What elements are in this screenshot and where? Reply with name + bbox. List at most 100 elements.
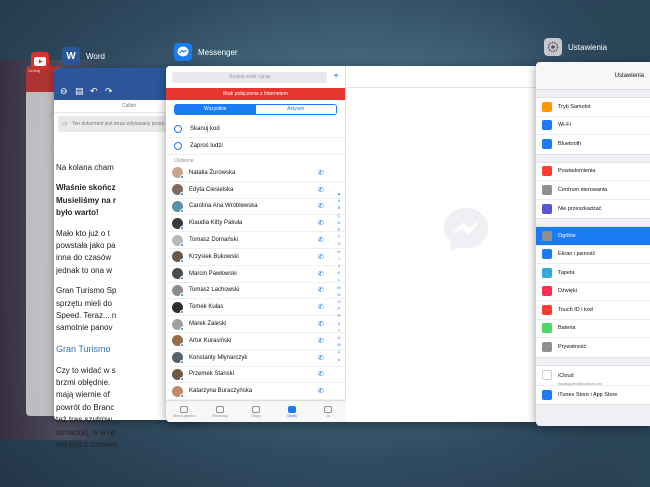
search-input[interactable]: Szukaj osób i grup xyxy=(172,71,328,83)
settings-row[interactable]: Ogólne xyxy=(536,227,650,246)
offline-banner: Brak połączenia z Internetem xyxy=(166,88,345,100)
alphabet-letter[interactable]: G xyxy=(336,240,342,247)
phone-icon[interactable]: ✆ xyxy=(318,169,327,177)
phone-icon[interactable]: ✆ xyxy=(318,320,327,328)
alphabet-letter[interactable]: K xyxy=(336,269,342,276)
phone-icon[interactable]: ✆ xyxy=(318,202,327,210)
contact-row[interactable]: Marek Zaleski ✆ xyxy=(166,316,345,333)
avatar xyxy=(172,318,184,331)
alphabet-letter[interactable]: D xyxy=(336,219,342,226)
phone-icon[interactable]: ✆ xyxy=(318,270,327,278)
redo-icon[interactable]: ↷ xyxy=(105,87,114,96)
alphabet-letter[interactable]: A xyxy=(336,197,342,204)
segment-active[interactable]: Aktywni xyxy=(255,105,336,114)
settings-row[interactable]: Touch ID i kod xyxy=(536,301,650,320)
contact-row[interactable]: Katarzyna Buraczyńska ✆ xyxy=(166,383,345,401)
contact-row[interactable]: Tomasz Domański ✆ xyxy=(166,232,345,249)
alphabet-letter[interactable]: M xyxy=(336,284,342,291)
alphabet-letter[interactable]: F xyxy=(336,233,342,240)
settings-row[interactable]: Wi-Fi xyxy=(536,117,650,135)
phone-icon[interactable]: ✆ xyxy=(318,337,327,345)
alphabet-letter[interactable]: ▲ xyxy=(336,190,342,197)
settings-row-icon xyxy=(542,249,552,260)
settings-row[interactable]: Dźwięki xyxy=(536,283,650,301)
contact-row[interactable]: Konstanty Młynarczyk ✆ xyxy=(166,350,345,367)
phone-icon[interactable]: ✆ xyxy=(318,236,327,244)
undo-icon[interactable]: ↶ xyxy=(90,87,99,96)
contact-row[interactable]: Tomek Kułas ✆ xyxy=(166,299,345,317)
back-icon[interactable]: ⊖ xyxy=(60,87,69,96)
alphabet-letter[interactable]: B xyxy=(336,204,342,211)
settings-row[interactable]: iCloud maciejgorecki@outlook.com xyxy=(536,366,650,386)
phone-icon[interactable]: ✆ xyxy=(318,219,327,227)
settings-row[interactable]: Ekran i jasność xyxy=(536,246,650,264)
word-app-header[interactable]: W Word xyxy=(62,47,105,65)
messenger-app-header[interactable]: Messenger xyxy=(174,43,238,61)
messenger-app-card[interactable]: Szukaj osób i grup + Brak połączenia z I… xyxy=(166,66,538,422)
alphabet-letter[interactable]: W xyxy=(336,341,342,348)
contact-row[interactable]: Krzysiek Bukowski ✆ xyxy=(166,249,345,266)
tab-ja[interactable]: Ja xyxy=(310,401,346,422)
phone-icon[interactable]: ✆ xyxy=(318,370,327,378)
invite-people-row[interactable]: Zaproś ludzi xyxy=(166,138,345,155)
alphabet-letter[interactable]: J xyxy=(336,262,342,269)
alphabet-letter[interactable]: Z xyxy=(336,348,342,355)
scan-code-row[interactable]: Skanuj kod xyxy=(166,121,345,138)
word-document-body[interactable]: Na kolana cham Właśnie skończ Musieliśmy n… xyxy=(56,162,148,459)
alphabet-index[interactable]: ▲ A B C D E F G H I J K L M N O P R S T U W Z # xyxy=(336,190,342,363)
settings-app-card[interactable]: Ustawienia Tryb Samolot Wi-Fi Bluetooth Pow… xyxy=(536,62,650,426)
settings-row[interactable]: iTunes Store i App Store xyxy=(536,386,650,405)
settings-row-icon xyxy=(542,286,552,297)
phone-icon[interactable]: ✆ xyxy=(318,303,327,311)
contact-row[interactable]: Carolina Ana Wróblewska ✆ xyxy=(166,199,345,216)
phone-icon[interactable]: ✆ xyxy=(318,354,327,362)
alphabet-letter[interactable]: T xyxy=(336,327,342,334)
settings-row[interactable]: Prywatność xyxy=(536,338,650,357)
messenger-badge-icon xyxy=(180,259,184,264)
settings-app-header[interactable]: Ustawienia xyxy=(544,38,607,56)
alphabet-letter[interactable]: E xyxy=(336,226,342,233)
contact-row[interactable]: Natalia Żurowska ✆ xyxy=(166,165,345,182)
tab-rozmowy[interactable]: Rozmowy xyxy=(202,401,238,422)
tab-osoby[interactable]: Osoby xyxy=(274,401,310,422)
word-line: powrót do Branc xyxy=(56,402,115,412)
alphabet-letter[interactable]: L xyxy=(336,276,342,283)
settings-row[interactable]: Powiadomienia xyxy=(536,163,650,181)
word-line: samotnie panov xyxy=(56,323,113,333)
alphabet-letter[interactable]: R xyxy=(336,312,342,319)
word-line: inna do czasów xyxy=(56,253,112,263)
alphabet-letter[interactable]: U xyxy=(336,334,342,341)
file-icon[interactable]: ▤ xyxy=(75,87,84,96)
contact-row[interactable]: Edyta Ciesielska ✆ xyxy=(166,182,345,199)
segment-all[interactable]: Wszystkie xyxy=(175,105,256,114)
alphabet-letter[interactable]: N xyxy=(336,291,342,298)
alphabet-letter[interactable]: S xyxy=(336,320,342,327)
alphabet-letter[interactable]: # xyxy=(336,356,342,363)
alphabet-letter[interactable]: I xyxy=(336,255,342,262)
phone-icon[interactable]: ✆ xyxy=(318,186,327,194)
contact-row[interactable]: Marcin Pawłowski ✆ xyxy=(166,266,345,283)
settings-row-label: Centrum sterowania xyxy=(558,186,608,193)
settings-row[interactable]: Centrum sterowania xyxy=(536,181,650,200)
contact-row[interactable]: Artur Kurasiński ✆ xyxy=(166,333,345,350)
phone-icon[interactable]: ✆ xyxy=(318,387,327,395)
messenger-badge-icon xyxy=(180,376,184,381)
settings-row[interactable]: Tryb Samolot xyxy=(536,98,650,117)
phone-icon[interactable]: ✆ xyxy=(318,253,327,261)
settings-row[interactable]: Tapeta xyxy=(536,264,650,283)
add-icon[interactable]: + xyxy=(333,72,339,82)
contact-row[interactable]: Klaudia Kitty Pakuła ✆ xyxy=(166,215,345,233)
alphabet-letter[interactable]: C xyxy=(336,212,342,219)
tab-grupy[interactable]: Grupy xyxy=(238,401,274,422)
settings-row[interactable]: Bluetooth xyxy=(536,135,650,154)
settings-row[interactable]: Nie przeszkadzać xyxy=(536,200,650,219)
alphabet-letter[interactable]: O xyxy=(336,298,342,305)
contact-row[interactable]: Tomasz Lachowski ✆ xyxy=(166,283,345,300)
tab-strona-główna[interactable]: Strona główna xyxy=(166,401,202,422)
alphabet-letter[interactable]: H xyxy=(336,248,342,255)
contact-row[interactable]: Przemek Stanski ✆ xyxy=(166,367,345,384)
settings-row-icon xyxy=(542,120,552,131)
phone-icon[interactable]: ✆ xyxy=(318,286,327,294)
settings-row[interactable]: Bateria xyxy=(536,320,650,338)
alphabet-letter[interactable]: P xyxy=(336,305,342,312)
